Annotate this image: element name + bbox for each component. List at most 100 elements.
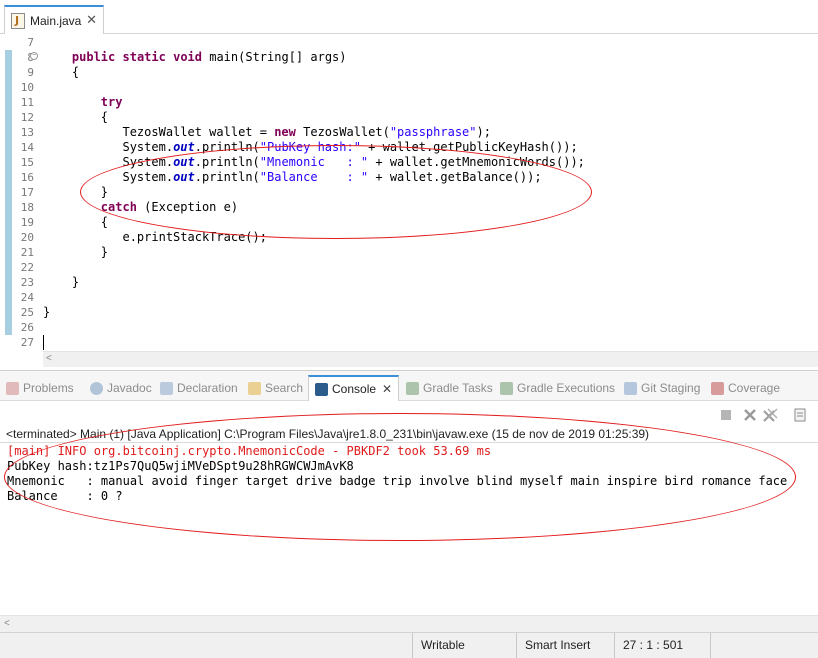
console-process-label: <terminated> Main (1) [Java Application]… — [6, 427, 650, 441]
field-ref: out — [173, 155, 195, 169]
remove-launch-button[interactable] — [742, 407, 758, 423]
line-number: 14 — [20, 141, 34, 154]
code-text-span: + wallet.getPublicKeyHash()); — [360, 140, 578, 154]
tab-problems[interactable]: Problems — [6, 377, 74, 399]
tab-coverage[interactable]: Coverage — [711, 377, 780, 399]
line-number: 26 — [20, 321, 34, 334]
code-editor[interactable]: 7 8 9 10 11 12 13 14 15 16 17 18 19 20 2… — [0, 35, 818, 368]
tab-gradle-tasks[interactable]: Gradle Tasks — [406, 377, 493, 399]
code-text-span: + wallet.getMnemonicWords()); — [368, 155, 585, 169]
tab-git-staging[interactable]: Git Staging — [624, 377, 700, 399]
brace: } — [100, 245, 109, 259]
console-horizontal-scrollbar[interactable]: < — [0, 615, 818, 632]
tab-label: Gradle Executions — [517, 381, 616, 395]
console-line: [main] INFO org.bitcoinj.crypto.Mnemonic… — [7, 444, 492, 458]
code-text-span: TezosWallet wallet = — [122, 125, 275, 139]
line-number: 20 — [20, 231, 34, 244]
string-literal: "Mnemonic : " — [259, 155, 369, 169]
line-number: 10 — [20, 81, 34, 94]
string-literal: "PubKey hash:" — [259, 140, 361, 154]
code-line: System.out.println("Mnemonic : " + walle… — [43, 155, 585, 170]
line-number: 7 — [27, 36, 34, 49]
javadoc-icon — [90, 381, 103, 395]
tab-javadoc[interactable]: Javadoc — [90, 377, 152, 399]
line-number: 13 — [20, 126, 34, 139]
status-bar: Writable Smart Insert 27 : 1 : 501 — [0, 632, 818, 658]
keyword: public — [71, 50, 116, 64]
tab-main-java[interactable]: Main.java ✕ — [4, 5, 104, 34]
git-staging-icon — [624, 381, 637, 395]
code-text-span: System. — [122, 155, 174, 169]
brace: } — [100, 185, 109, 199]
console-toolbar — [708, 404, 818, 426]
line-number: 16 — [20, 171, 34, 184]
editor-tab-bar: Main.java ✕ — [0, 0, 818, 34]
brace: { — [100, 215, 109, 229]
field-ref: out — [173, 170, 195, 184]
divider — [0, 442, 818, 443]
line-number: 24 — [20, 291, 34, 304]
code-text-span: + wallet.getBalance()); — [368, 170, 542, 184]
keyword: void — [173, 50, 202, 64]
code-line: } — [43, 185, 585, 200]
clear-console-button[interactable] — [792, 407, 808, 423]
collapse-icon[interactable]: − — [30, 52, 38, 60]
code-line: } — [43, 275, 585, 290]
code-text-span: (Exception e) — [136, 200, 239, 214]
code-line: catch (Exception e) — [43, 200, 585, 215]
code-line: public static void main(String[] args) — [43, 50, 585, 65]
problems-icon — [6, 381, 19, 395]
code-text-span: System. — [122, 170, 174, 184]
keyword: new — [274, 125, 296, 139]
console-line: PubKey hash:tz1Ps7QuQ5wjiMVeDSpt9u28hRGW… — [7, 459, 354, 473]
line-number: 25 — [20, 306, 34, 319]
tab-gradle-executions[interactable]: Gradle Executions — [500, 377, 615, 399]
brace: } — [43, 305, 51, 319]
code-line: } — [43, 245, 585, 260]
declaration-icon — [160, 381, 173, 395]
line-number: 12 — [20, 111, 34, 124]
bottom-panel: Problems Javadoc Declaration Search Cons… — [0, 370, 818, 632]
line-number: 23 — [20, 276, 34, 289]
code-line: } — [43, 305, 585, 320]
code-text[interactable]: public static void main(String[] args) {… — [43, 35, 585, 350]
change-ruler — [5, 50, 12, 335]
editor-horizontal-scrollbar[interactable]: < — [43, 351, 818, 367]
tab-console[interactable]: Console ✕ — [308, 375, 400, 401]
eclipse-window: Main.java ✕ 7 8 9 10 11 12 13 14 15 16 1… — [0, 0, 818, 658]
coverage-icon — [711, 381, 724, 395]
brace: } — [71, 275, 80, 289]
remove-all-terminated-button[interactable] — [762, 407, 778, 423]
tab-label: Console — [332, 382, 377, 396]
keyword: catch — [100, 200, 137, 214]
tab-search[interactable]: Search — [248, 377, 303, 399]
scroll-left-icon[interactable]: < — [46, 353, 52, 364]
tab-label: Declaration — [177, 381, 238, 395]
gradle-tasks-icon — [406, 381, 419, 395]
code-text-span: ); — [476, 125, 491, 139]
line-number: 22 — [20, 261, 34, 274]
string-literal: "passphrase" — [389, 125, 477, 139]
scroll-left-icon[interactable]: < — [4, 618, 10, 629]
code-text-span: System. — [122, 140, 174, 154]
writable-status: Writable — [412, 633, 516, 658]
cursor-position-status: 27 : 1 : 501 — [614, 633, 710, 658]
line-number: 9 — [27, 66, 34, 79]
close-icon[interactable]: ✕ — [86, 12, 97, 28]
tab-declaration[interactable]: Declaration — [160, 377, 238, 399]
tab-label: Git Staging — [641, 381, 701, 395]
close-icon[interactable]: ✕ — [382, 382, 392, 396]
code-text-span: TezosWallet( — [295, 125, 390, 139]
text-caret — [43, 335, 44, 350]
line-number: 17 — [20, 186, 34, 199]
code-line: e.printStackTrace(); — [43, 230, 585, 245]
line-number: 11 — [20, 96, 34, 109]
line-number: 18 — [20, 201, 34, 214]
tab-label: Javadoc — [107, 381, 152, 395]
terminate-button[interactable] — [718, 407, 734, 423]
console-icon — [315, 382, 328, 396]
console-output[interactable]: [main] INFO org.bitcoinj.crypto.Mnemonic… — [7, 444, 787, 504]
code-line: System.out.println("Balance : " + wallet… — [43, 170, 585, 185]
